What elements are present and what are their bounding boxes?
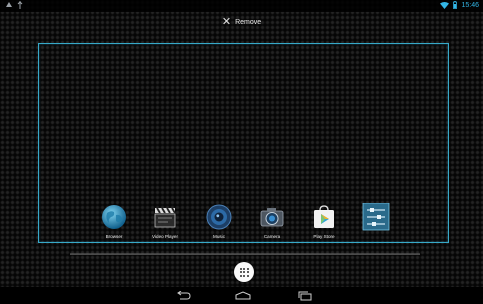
settings-sliders-icon — [362, 203, 390, 231]
dock-item-camera[interactable]: Camera — [254, 203, 290, 239]
wifi-icon — [440, 1, 450, 9]
status-time: 15:46 — [461, 1, 479, 9]
play-store-icon — [314, 205, 334, 228]
dock-label: Video Player — [152, 234, 178, 239]
navigation-bar — [0, 287, 483, 304]
home-icon — [235, 290, 251, 299]
grid-dot — [246, 274, 249, 277]
grid-dot — [239, 271, 242, 274]
close-icon: ✕ — [221, 16, 232, 28]
battery-icon — [453, 1, 458, 9]
grid-dot — [243, 274, 246, 277]
dock-item-play-store[interactable]: Play Store — [306, 203, 342, 239]
hotseat-dock: Browser Video Player Music Camera Play S… — [90, 203, 410, 243]
grid-dot — [246, 267, 249, 270]
dock-label: Music — [213, 234, 225, 239]
dock-label: Play Store — [313, 234, 335, 239]
dock-item-video-player[interactable]: Video Player — [147, 203, 183, 239]
remove-label: Remove — [235, 18, 262, 26]
grid-dot — [239, 274, 242, 277]
home-button[interactable] — [233, 289, 253, 302]
grid-dot — [243, 267, 246, 270]
clapperboard-icon — [154, 207, 176, 228]
android-icon — [6, 2, 12, 7]
grid-dot — [243, 271, 246, 274]
status-bar: 15:46 — [0, 0, 483, 12]
globe-icon — [102, 205, 126, 229]
grid-dot — [246, 271, 249, 274]
dock-item-settings[interactable] — [358, 203, 394, 234]
dock-divider — [70, 254, 420, 255]
dock-label: Browser — [105, 234, 123, 239]
dock-item-browser[interactable]: Browser — [96, 203, 132, 239]
recent-apps-icon — [298, 291, 312, 300]
status-notifications — [5, 1, 23, 9]
remove-drop-target[interactable]: ✕ Remove — [0, 14, 483, 30]
status-system: 15:46 — [440, 1, 479, 9]
camera-icon — [260, 208, 284, 227]
back-icon — [177, 290, 191, 299]
speaker-icon — [206, 204, 232, 230]
dock-item-music[interactable]: Music — [201, 203, 237, 239]
back-button[interactable] — [173, 289, 193, 302]
grid-dot — [239, 267, 242, 270]
all-apps-button[interactable] — [234, 262, 254, 282]
usb-icon — [17, 1, 23, 9]
recent-apps-button[interactable] — [295, 289, 315, 302]
dock-label: Camera — [263, 234, 281, 239]
